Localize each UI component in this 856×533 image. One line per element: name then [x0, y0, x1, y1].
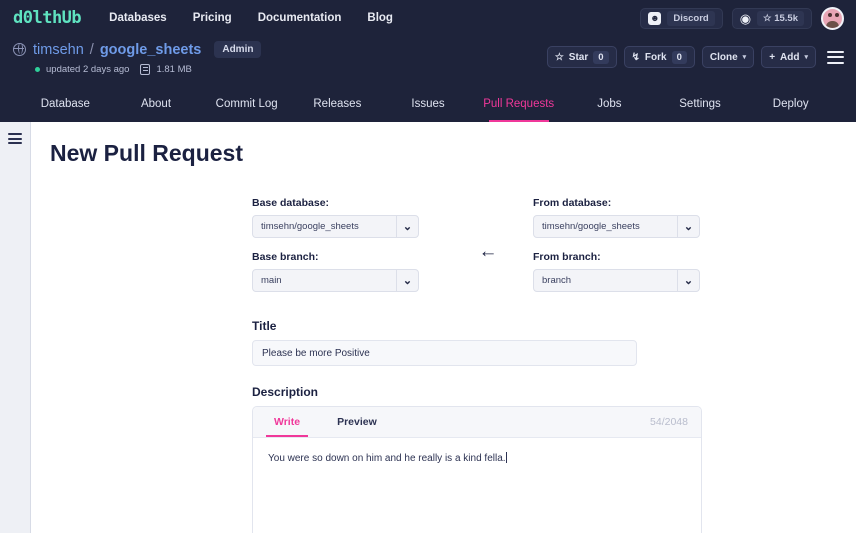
- tab-about[interactable]: About: [111, 86, 202, 122]
- from-branch-value: branch: [542, 275, 571, 286]
- base-branch-label: Base branch:: [252, 251, 419, 263]
- left-sidebar: [0, 122, 31, 533]
- dolthub-logo[interactable]: d0lthUb: [13, 8, 81, 28]
- breadcrumb-separator: /: [90, 42, 94, 58]
- dolthub-new-pull-request-page: d0lthUb Databases Pricing Documentation …: [0, 0, 856, 533]
- repository-header: timsehn / google_sheets Admin updated 2 …: [0, 36, 856, 86]
- page-title: New Pull Request: [50, 140, 856, 167]
- repo-name-link[interactable]: google_sheets: [100, 42, 202, 58]
- chevron-down-icon: ⌄: [396, 216, 418, 237]
- discord-icon: ☻: [648, 12, 661, 25]
- status-badge: Admin: [214, 41, 261, 58]
- status-dot-icon: [35, 67, 40, 72]
- globe-icon: [13, 43, 26, 56]
- base-database-label: Base database:: [252, 197, 419, 209]
- text-cursor: [506, 452, 507, 463]
- plus-icon: +: [769, 52, 775, 63]
- tab-issues[interactable]: Issues: [383, 86, 474, 122]
- base-branch-value: main: [261, 275, 282, 286]
- description-editor: Write Preview 54/2048 You were so down o…: [252, 406, 702, 533]
- chevron-down-icon: ⌄: [677, 270, 699, 291]
- chevron-down-icon: ⌄: [396, 270, 418, 291]
- sidebar-hamburger-icon[interactable]: [8, 133, 22, 144]
- add-button[interactable]: + Add ▾: [761, 46, 816, 68]
- base-database-select[interactable]: timsehn/google_sheets ⌄: [252, 215, 419, 238]
- editor-tabs: Write Preview 54/2048: [253, 407, 701, 438]
- from-database-select[interactable]: timsehn/google_sheets ⌄: [533, 215, 700, 238]
- top-nav-link-pricing[interactable]: Pricing: [193, 12, 232, 24]
- from-database-label: From database:: [533, 197, 700, 209]
- clone-button-label: Clone: [710, 52, 738, 63]
- star-icon: ☆: [555, 52, 564, 63]
- new-pull-request-form: Base database: timsehn/google_sheets ⌄ B…: [252, 197, 702, 533]
- from-branch-label: From branch:: [533, 251, 700, 263]
- tab-deploy[interactable]: Deploy: [745, 86, 836, 122]
- star-count: 0: [593, 51, 608, 64]
- tab-pull-requests[interactable]: Pull Requests: [473, 86, 564, 122]
- github-stars-button[interactable]: ◉ ☆ 15.5k: [732, 8, 812, 29]
- star-button[interactable]: ☆ Star 0: [547, 46, 617, 68]
- top-nav-link-blog[interactable]: Blog: [367, 12, 393, 24]
- tab-database[interactable]: Database: [20, 86, 111, 122]
- github-star-value: 15.5k: [774, 13, 798, 24]
- star-button-label: Star: [569, 52, 588, 63]
- top-nav-right-group: ☻ Discord ◉ ☆ 15.5k: [640, 0, 844, 36]
- clone-button[interactable]: Clone ▾: [702, 46, 754, 68]
- star-icon: ☆: [763, 13, 772, 24]
- branch-selectors: Base database: timsehn/google_sheets ⌄ B…: [252, 197, 702, 305]
- tab-jobs[interactable]: Jobs: [564, 86, 655, 122]
- fork-icon: ↯: [632, 52, 640, 63]
- repo-size-text: 1.81 MB: [156, 64, 191, 75]
- tab-write[interactable]: Write: [258, 407, 316, 437]
- discord-button[interactable]: ☻ Discord: [640, 8, 722, 29]
- top-nav-links: Databases Pricing Documentation Blog: [109, 12, 393, 24]
- tab-settings[interactable]: Settings: [655, 86, 746, 122]
- chevron-down-icon: ⌄: [677, 216, 699, 237]
- top-nav-link-databases[interactable]: Databases: [109, 12, 167, 24]
- discord-label: Discord: [667, 11, 714, 26]
- top-nav-link-documentation[interactable]: Documentation: [258, 12, 342, 24]
- hamburger-menu-icon[interactable]: [827, 51, 844, 64]
- from-branch-select[interactable]: branch ⌄: [533, 269, 700, 292]
- title-input[interactable]: Please be more Positive: [252, 340, 637, 366]
- repo-updated-text: updated 2 days ago: [46, 64, 129, 75]
- fork-count: 0: [672, 51, 687, 64]
- description-text: You were so down on him and he really is…: [268, 453, 506, 464]
- tab-releases[interactable]: Releases: [292, 86, 383, 122]
- repository-actions: ☆ Star 0 ↯ Fork 0 Clone ▾ + Add ▾: [547, 46, 844, 68]
- repo-owner-link[interactable]: timsehn: [33, 42, 84, 58]
- description-field-label: Description: [252, 385, 702, 399]
- page-body: New Pull Request Base database: timsehn/…: [0, 122, 856, 533]
- database-icon: [140, 64, 150, 75]
- github-icon: ◉: [740, 12, 751, 25]
- base-database-value: timsehn/google_sheets: [261, 221, 359, 232]
- main-content: New Pull Request Base database: timsehn/…: [31, 122, 856, 533]
- title-field-label: Title: [252, 319, 702, 333]
- character-counter: 54/2048: [650, 407, 688, 437]
- chevron-down-icon: ▾: [743, 53, 747, 61]
- tab-commit-log[interactable]: Commit Log: [201, 86, 292, 122]
- add-button-label: Add: [780, 52, 799, 63]
- base-column: Base database: timsehn/google_sheets ⌄ B…: [252, 197, 419, 305]
- base-branch-select[interactable]: main ⌄: [252, 269, 419, 292]
- from-database-value: timsehn/google_sheets: [542, 221, 640, 232]
- top-navigation-bar: d0lthUb Databases Pricing Documentation …: [0, 0, 856, 36]
- repository-tabs: Database About Commit Log Releases Issue…: [0, 86, 856, 122]
- tab-preview[interactable]: Preview: [321, 407, 393, 437]
- avatar[interactable]: [821, 7, 844, 30]
- direction-arrow-icon: ←: [474, 242, 502, 261]
- github-star-count: ☆ 15.5k: [757, 11, 804, 26]
- fork-button[interactable]: ↯ Fork 0: [624, 46, 695, 68]
- from-column: From database: timsehn/google_sheets ⌄ F…: [533, 197, 700, 305]
- description-textarea[interactable]: You were so down on him and he really is…: [253, 438, 701, 533]
- fork-button-label: Fork: [645, 52, 667, 63]
- chevron-down-icon: ▾: [804, 53, 808, 61]
